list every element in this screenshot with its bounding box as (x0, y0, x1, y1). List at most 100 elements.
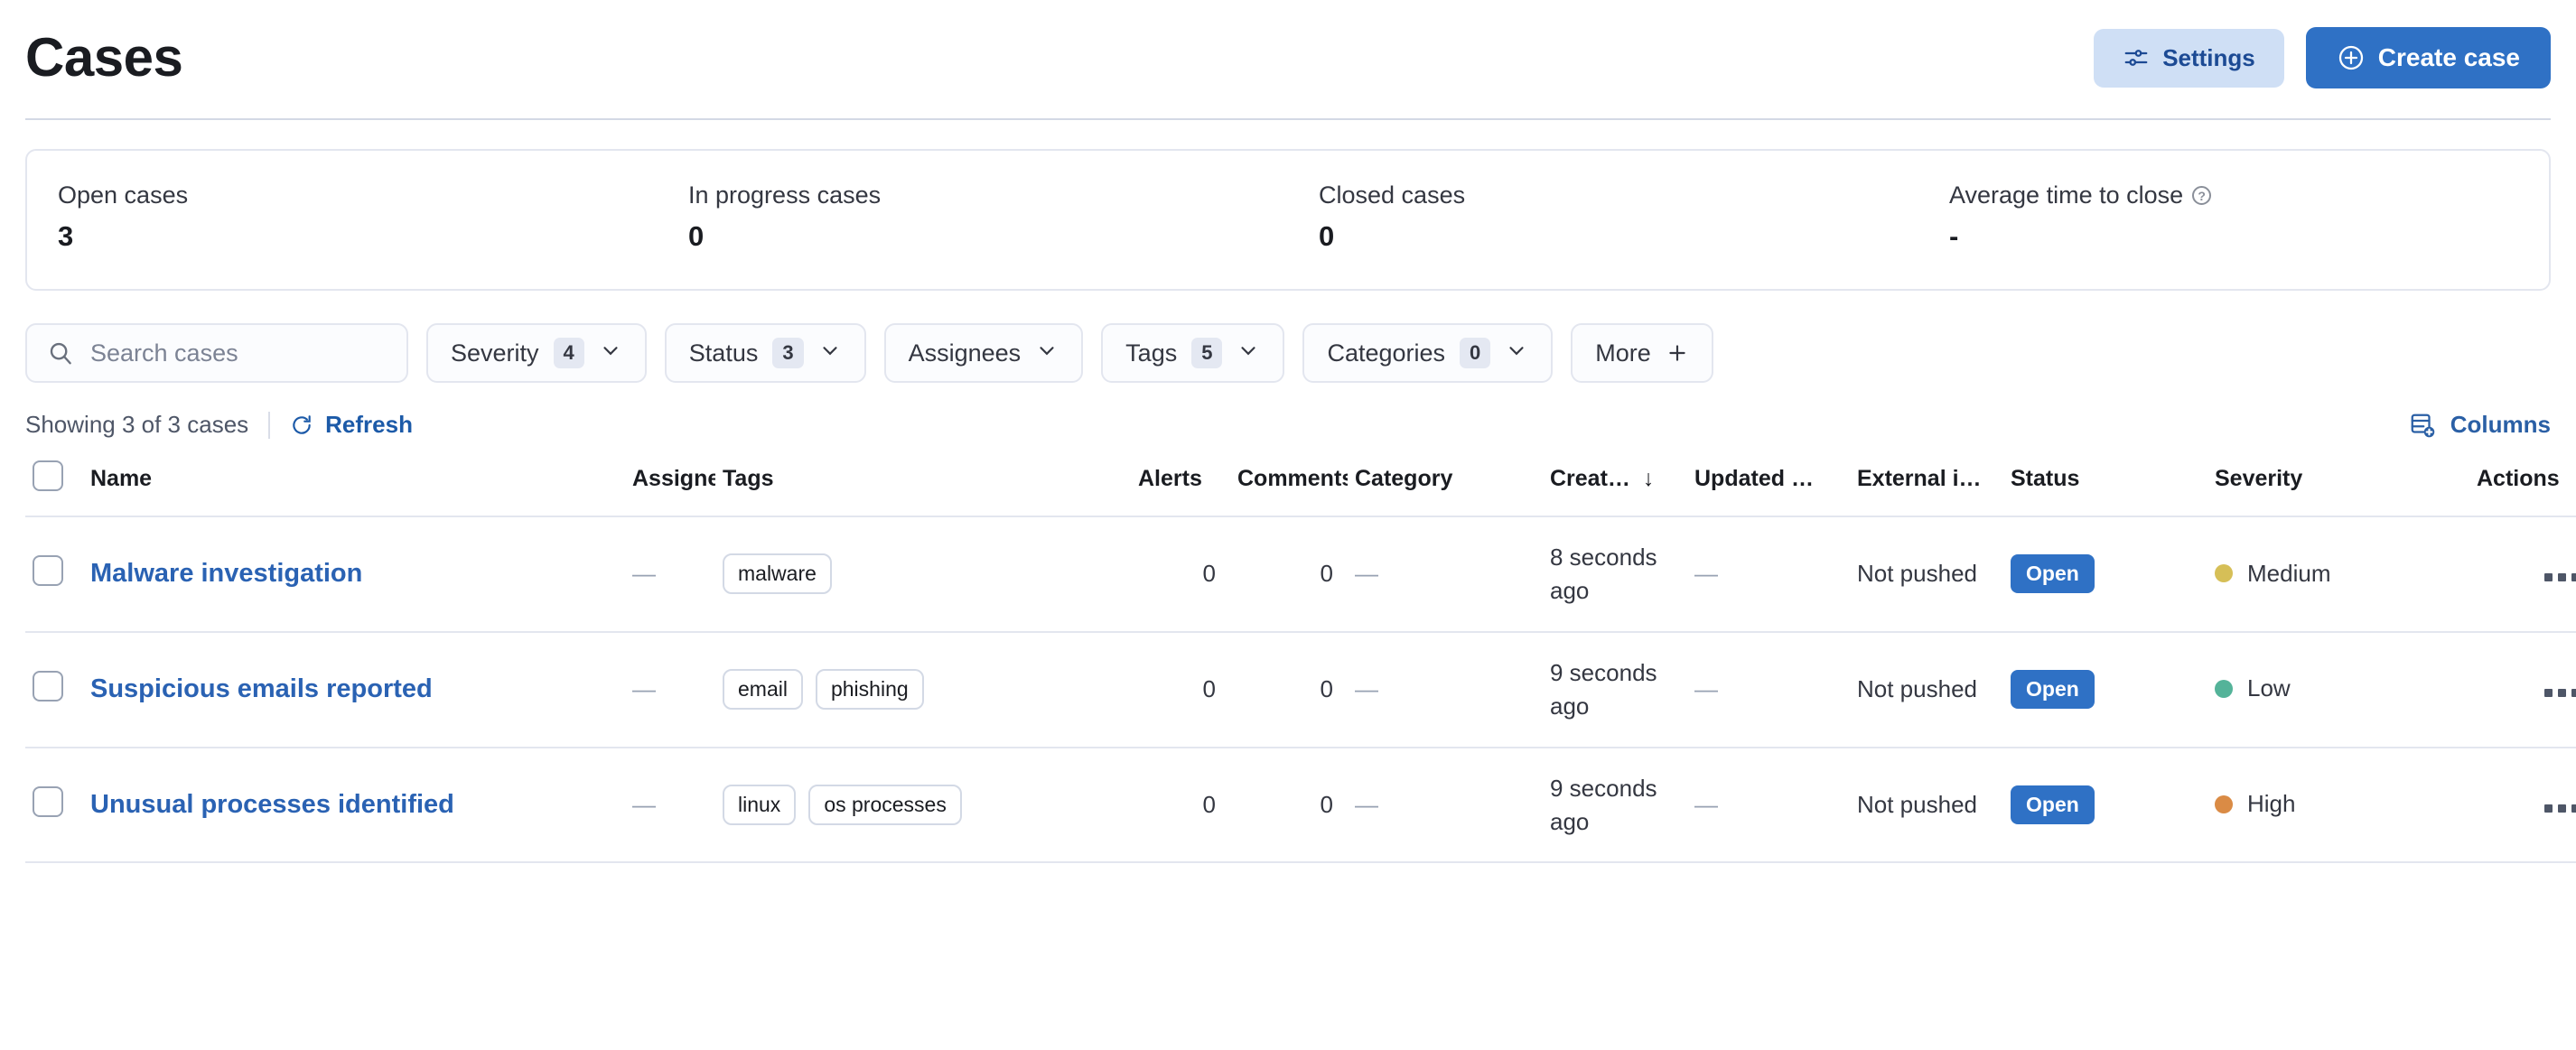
row-select-cell (25, 631, 83, 748)
filter-label: Assignees (908, 339, 1022, 367)
stat-average-time-to-close: Average time to close ? - (1918, 181, 2549, 253)
filter-count-badge: 5 (1191, 337, 1223, 369)
column-header-alerts[interactable]: Alerts (1131, 450, 1230, 517)
cell-comments: 0 (1230, 631, 1348, 748)
tag-badge[interactable]: os processes (808, 785, 962, 826)
header-divider (25, 118, 2551, 120)
cell-actions (2469, 747, 2576, 864)
filter-severity[interactable]: Severity 4 (426, 323, 647, 383)
stat-open-cases: Open cases 3 (27, 181, 658, 253)
cell-updated: — (1687, 516, 1850, 633)
stat-in-progress-cases: In progress cases 0 (658, 181, 1288, 253)
cell-assignees: — (625, 747, 715, 864)
plus-circle-icon (2337, 43, 2366, 72)
row-actions-menu-icon[interactable] (2544, 804, 2576, 813)
help-icon[interactable]: ? (2192, 186, 2212, 205)
column-header-created[interactable]: Creat… ↓ (1543, 450, 1687, 517)
severity-indicator: Medium (2215, 560, 2330, 588)
cell-created: 9 seconds ago (1543, 631, 1687, 748)
tag-badge[interactable]: linux (723, 785, 797, 826)
column-header-comments[interactable]: Comments (1230, 450, 1348, 517)
column-header-updated[interactable]: Updated … (1687, 450, 1850, 517)
chevron-down-icon (818, 339, 842, 368)
column-header-category[interactable]: Category (1348, 450, 1543, 517)
filter-status[interactable]: Status 3 (664, 323, 866, 383)
case-link[interactable]: Unusual processes identified (90, 790, 454, 819)
table-row: Malware investigation — malware 0 0 — 8 … (25, 516, 2576, 633)
page-title: Cases (25, 27, 183, 88)
column-header-name[interactable]: Name (83, 450, 625, 517)
severity-dot-icon (2215, 564, 2233, 583)
refresh-button[interactable]: Refresh (290, 411, 413, 439)
filter-categories[interactable]: Categories 0 (1302, 323, 1554, 383)
updated-empty: — (1694, 791, 1718, 819)
column-header-external[interactable]: External i… (1850, 450, 2003, 517)
stat-label: Closed cases (1319, 181, 1466, 209)
cell-status: Open (2003, 631, 2207, 748)
settings-button[interactable]: Settings (2094, 28, 2284, 88)
chevron-down-icon (1505, 339, 1528, 368)
assignees-empty: — (632, 560, 656, 588)
row-checkbox[interactable] (33, 671, 63, 702)
create-case-button-label: Create case (2377, 43, 2520, 71)
case-link[interactable]: Malware investigation (90, 559, 362, 588)
stat-value: - (1949, 220, 1959, 252)
cell-severity: Medium (2207, 516, 2469, 633)
select-all-checkbox[interactable] (33, 460, 63, 491)
cell-severity: High (2207, 747, 2469, 864)
filter-label: More (1595, 339, 1651, 367)
filter-count-badge: 4 (553, 337, 584, 369)
row-actions-menu-icon[interactable] (2544, 689, 2576, 698)
filter-label: Severity (451, 339, 539, 367)
table-row: Suspicious emails reported — email phish… (25, 631, 2576, 748)
filter-label: Status (688, 339, 759, 367)
tag-badge[interactable]: phishing (815, 669, 924, 711)
settings-button-label: Settings (2162, 43, 2255, 71)
cell-assignees: — (625, 631, 715, 748)
tag-list: linux os processes (723, 785, 1124, 826)
cell-category: — (1348, 631, 1543, 748)
cell-tags: malware (715, 516, 1131, 633)
cell-created: 8 seconds ago (1543, 516, 1687, 633)
column-header-created-label: Creat… (1550, 466, 1630, 491)
column-header-tags[interactable]: Tags (715, 450, 1131, 517)
severity-label: Low (2247, 674, 2291, 702)
severity-indicator: Low (2215, 674, 2291, 702)
table-body: Malware investigation — malware 0 0 — 8 … (25, 516, 2576, 864)
tag-list: email phishing (723, 669, 1124, 711)
cell-comments: 0 (1230, 747, 1348, 864)
tag-badge[interactable]: malware (723, 553, 832, 595)
cell-category: — (1348, 747, 1543, 864)
stat-label: In progress cases (688, 181, 882, 209)
row-checkbox[interactable] (33, 786, 63, 818)
stat-closed-cases: Closed cases 0 (1288, 181, 1918, 253)
refresh-icon (290, 413, 313, 437)
stat-label: Open cases (58, 181, 189, 209)
filter-tags[interactable]: Tags 5 (1101, 323, 1285, 383)
filter-more[interactable]: More (1571, 323, 1713, 383)
filter-bar: Severity 4 Status 3 Assignees Tags 5 (25, 323, 2551, 383)
column-header-severity[interactable]: Severity (2207, 450, 2469, 517)
tag-list: malware (723, 553, 1124, 595)
table-head: Name Assignees Tags Alerts Comments Cate… (25, 450, 2576, 517)
row-checkbox[interactable] (33, 555, 63, 587)
filter-assignees[interactable]: Assignees (883, 323, 1084, 383)
cell-name: Malware investigation (83, 516, 625, 633)
stats-card: Open cases 3 In progress cases 0 Closed … (25, 149, 2551, 291)
column-header-status[interactable]: Status (2003, 450, 2207, 517)
chevron-down-icon (599, 339, 622, 368)
search-input[interactable] (89, 338, 387, 368)
column-header-assignees[interactable]: Assignees (625, 450, 715, 517)
search-box[interactable] (25, 323, 408, 383)
page-header: Cases Settings Create case (0, 0, 2576, 88)
columns-button[interactable]: Columns (2409, 411, 2551, 439)
case-link[interactable]: Suspicious emails reported (90, 674, 433, 703)
filter-label: Categories (1327, 339, 1446, 367)
showing-wrap: Showing 3 of 3 cases Refresh (25, 411, 413, 439)
stat-label-row: Average time to close ? (1949, 181, 2518, 209)
plus-icon (1666, 341, 1689, 365)
row-actions-menu-icon[interactable] (2544, 573, 2576, 582)
tag-badge[interactable]: email (723, 669, 803, 711)
create-case-button[interactable]: Create case (2305, 27, 2551, 88)
updated-empty: — (1694, 675, 1718, 703)
